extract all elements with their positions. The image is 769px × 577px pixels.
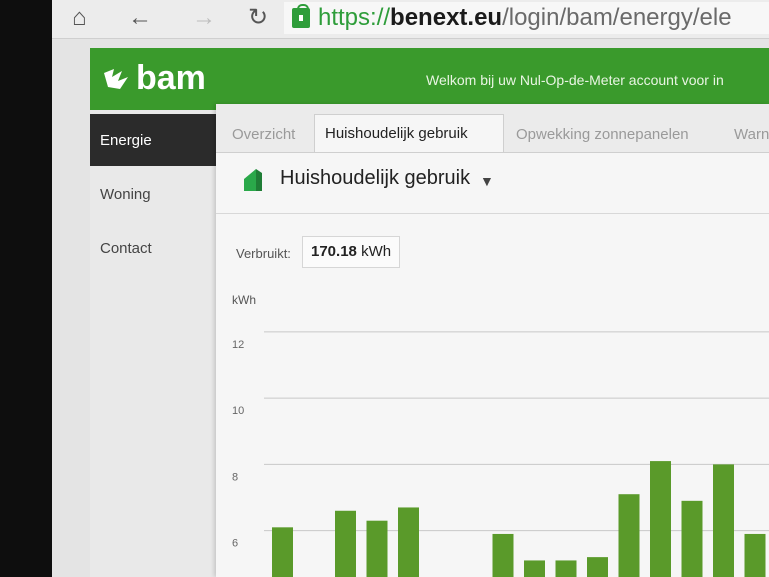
house-icon: [244, 169, 262, 191]
section-title[interactable]: Huishoudelijk gebruik: [280, 167, 470, 190]
consumption-value-box: 170.18 kWh: [302, 236, 401, 268]
url-text[interactable]: https://benext.eu/login/bam/energy/ele: [318, 4, 732, 32]
url-domain: benext.eu: [390, 4, 503, 31]
sidebar-item-contact[interactable]: Contact: [90, 222, 218, 274]
reload-icon[interactable]: ↻: [248, 4, 268, 32]
bam-logo-icon: [104, 69, 128, 89]
sidebar-item-woning[interactable]: Woning: [90, 168, 218, 220]
address-bar[interactable]: https://benext.eu/login/bam/energy/ele: [284, 2, 769, 34]
welcome-text: Welkom bij uw Nul-Op-de-Meter account vo…: [426, 72, 724, 88]
arrow-right-icon[interactable]: →: [192, 4, 216, 32]
chart-bar[interactable]: [618, 494, 640, 577]
site-header: bam Welkom bij uw Nul-Op-de-Meter accoun…: [90, 48, 769, 110]
sidebar-item-label: Woning: [100, 186, 151, 203]
screen-bezel: [0, 0, 52, 577]
tab-bar: Overzicht Huishoudelijk gebruik Opwekkin…: [216, 104, 769, 153]
home-icon[interactable]: ⌂: [72, 4, 87, 32]
main-panel: Overzicht Huishoudelijk gebruik Opwekkin…: [216, 104, 769, 577]
chart-bar[interactable]: [650, 461, 671, 577]
browser-window: ⌂ ← → ↻ https://benext.eu/login/bam/ener…: [52, 0, 769, 577]
sidebar: Energie Woning Contact: [90, 110, 218, 577]
logo-text: bam: [136, 59, 206, 97]
sidebar-item-energie[interactable]: Energie: [90, 114, 218, 166]
tab-label: Warn: [734, 126, 769, 143]
sidebar-item-label: Energie: [100, 132, 152, 149]
consumption-label: Verbruikt:: [236, 246, 291, 261]
section-header: Huishoudelijk gebruik ▼: [216, 153, 769, 214]
chart-bar[interactable]: [524, 560, 545, 577]
tab-label: Overzicht: [232, 126, 296, 143]
chart-bar[interactable]: [713, 464, 734, 577]
chart-bar[interactable]: [555, 560, 577, 577]
chart-bar[interactable]: [492, 533, 514, 577]
tab-huishoudelijk-gebruik[interactable]: Huishoudelijk gebruik: [314, 114, 504, 152]
url-path: /login/bam/energy/ele: [502, 4, 732, 31]
chevron-down-icon[interactable]: ▼: [480, 173, 494, 189]
chart-bar[interactable]: [272, 527, 293, 577]
y-tick-label: 10: [232, 405, 244, 417]
chart-bar[interactable]: [398, 507, 419, 577]
consumption-unit: kWh: [361, 243, 392, 260]
tab-label: Opwekking zonnepanelen: [516, 126, 689, 143]
consumption-value: 170.18: [311, 243, 357, 260]
chart-bar[interactable]: [681, 500, 703, 577]
logo[interactable]: bam: [102, 58, 206, 98]
y-tick-label: 12: [232, 339, 244, 351]
usage-chart: kWh 6 8 10 12: [232, 293, 769, 577]
chart-bar[interactable]: [366, 520, 388, 577]
tab-label: Huishoudelijk gebruik: [325, 125, 468, 142]
chart-bar[interactable]: [335, 510, 356, 577]
y-tick-label: 6: [232, 538, 238, 550]
arrow-left-icon[interactable]: ←: [128, 4, 152, 32]
browser-toolbar: ⌂ ← → ↻ https://benext.eu/login/bam/ener…: [52, 0, 769, 39]
url-scheme: https://: [318, 4, 391, 31]
lock-icon: [292, 4, 310, 28]
chart-bar[interactable]: [587, 557, 608, 577]
sidebar-item-label: Contact: [100, 240, 152, 257]
y-axis-label: kWh: [232, 293, 256, 307]
y-tick-label: 8: [232, 471, 238, 483]
chart-bar[interactable]: [744, 533, 766, 577]
